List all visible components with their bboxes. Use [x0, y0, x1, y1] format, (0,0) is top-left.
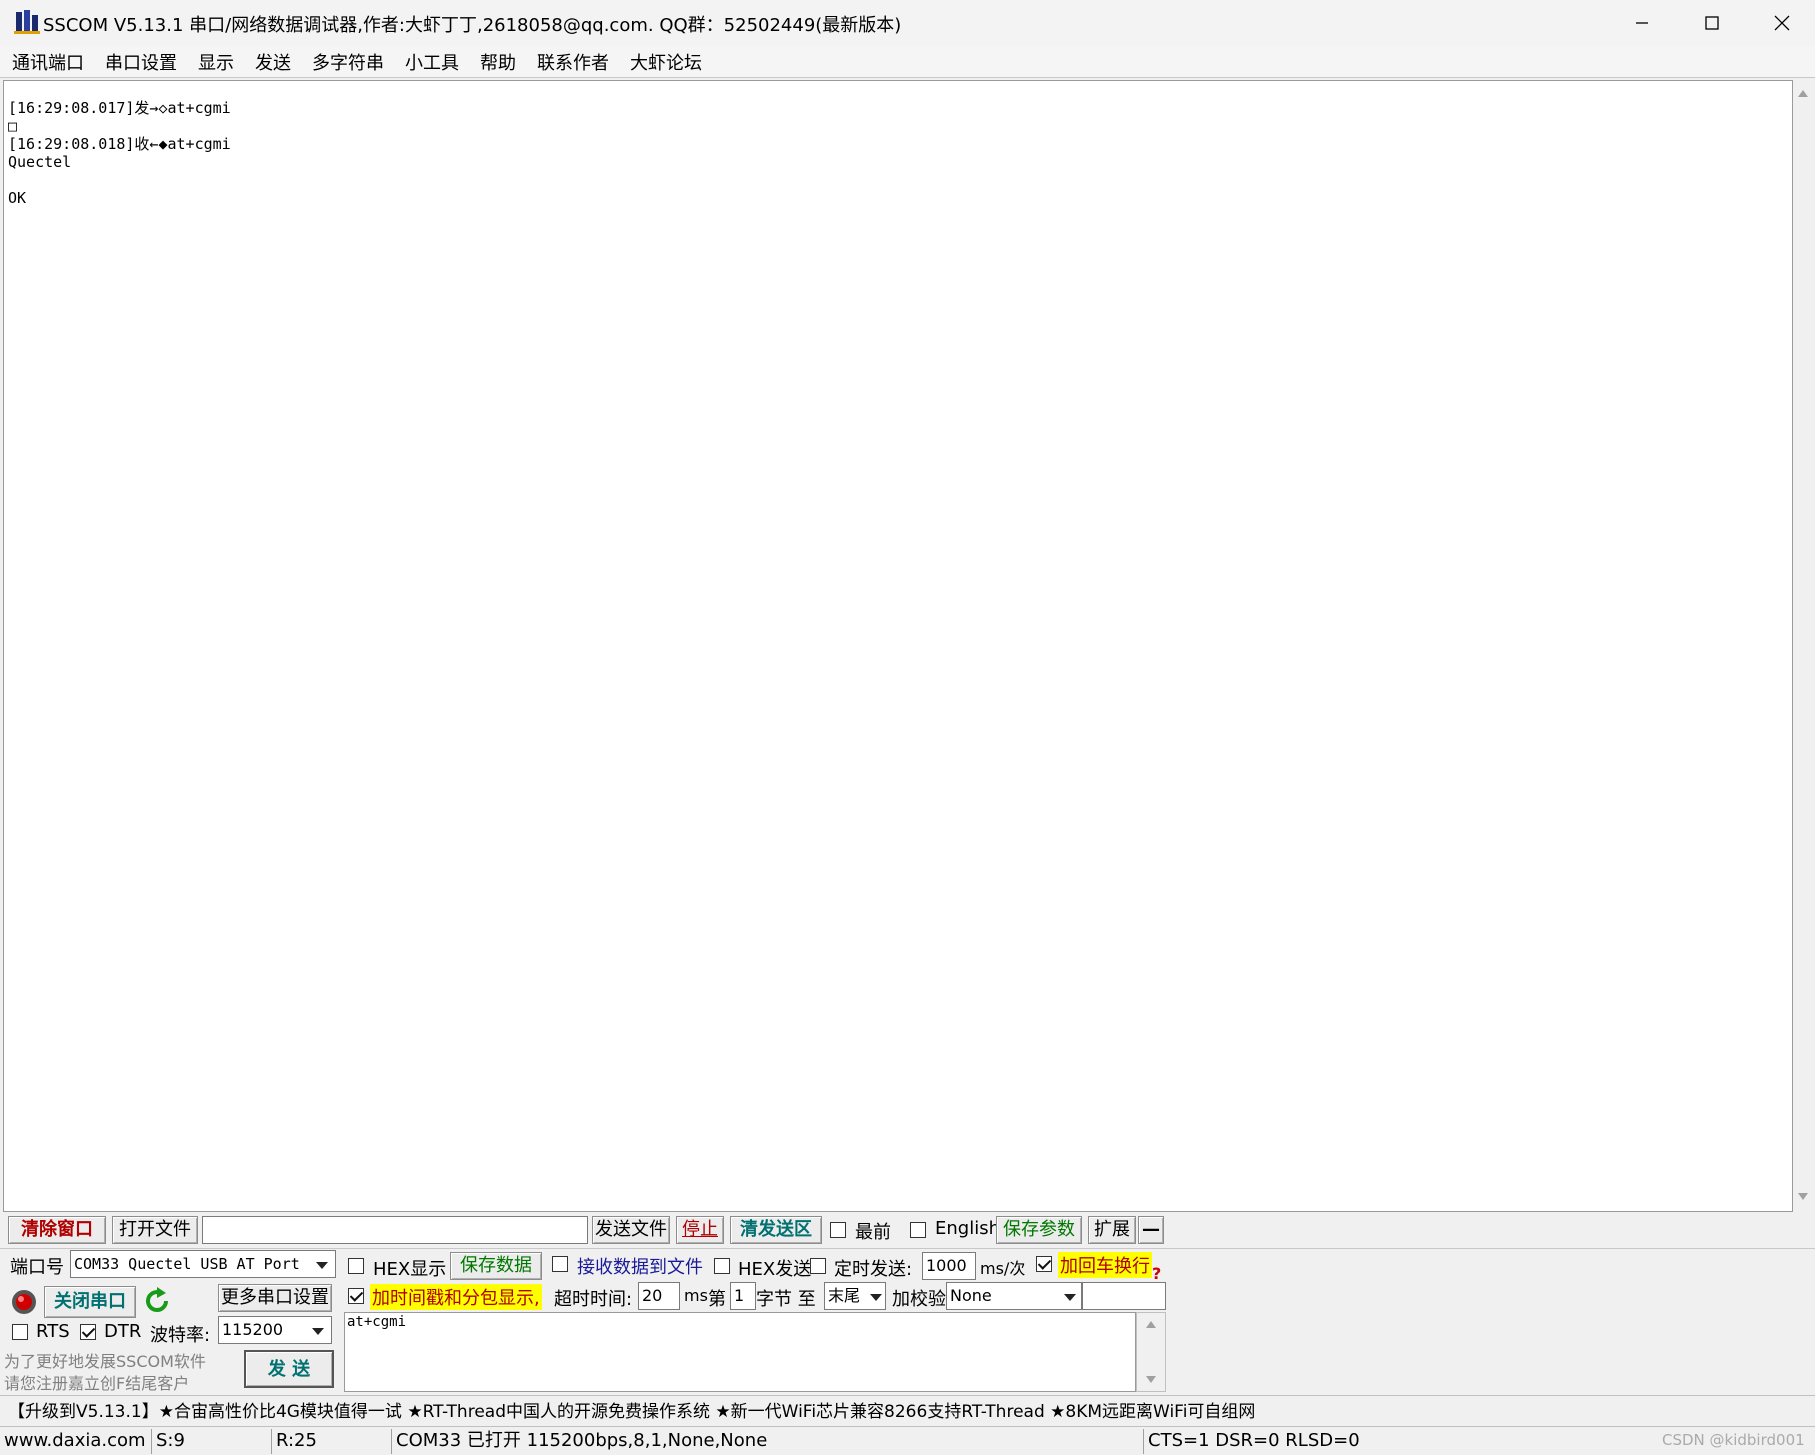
add-crlf-label: 加回车换行	[1058, 1252, 1152, 1278]
interval-unit-label: ms/次	[980, 1259, 1026, 1278]
menu-help[interactable]: 帮助	[480, 49, 516, 75]
help-icon[interactable]: ?	[1152, 1264, 1161, 1283]
save-params-button[interactable]: 保存参数	[996, 1216, 1082, 1244]
menu-bar: 通讯端口 串口设置 显示 发送 多字符串 小工具 帮助 联系作者 大虾论坛	[0, 46, 1815, 78]
port-label: 端口号	[10, 1257, 64, 1278]
timeout-input[interactable]: 20	[638, 1282, 680, 1310]
expand-button[interactable]: 扩展	[1088, 1216, 1136, 1244]
minimize-icon	[1636, 22, 1648, 24]
minimize-button[interactable]	[1607, 0, 1677, 46]
send-button[interactable]: 发 送	[244, 1350, 334, 1388]
hex-display-checkbox[interactable]	[348, 1258, 364, 1274]
rts-checkbox[interactable]	[12, 1324, 28, 1340]
topmost-checkbox[interactable]	[830, 1222, 846, 1238]
menu-comm-port[interactable]: 通讯端口	[12, 49, 84, 75]
checksum-dropdown-icon[interactable]	[1064, 1294, 1076, 1301]
close-port-button[interactable]: 关闭串口	[44, 1286, 136, 1318]
send-textarea[interactable]: at+cgmi	[344, 1312, 1136, 1392]
menu-forum[interactable]: 大虾论坛	[630, 49, 702, 75]
checksum-select[interactable]: None	[946, 1282, 1082, 1310]
english-label: English	[935, 1218, 1000, 1239]
baud-rate-label: 波特率:	[150, 1325, 211, 1346]
recv-to-file-checkbox[interactable]	[552, 1256, 568, 1272]
file-path-input[interactable]	[202, 1216, 588, 1244]
clear-send-button[interactable]: 清发送区	[730, 1216, 822, 1244]
timed-send-checkbox[interactable]	[810, 1258, 826, 1274]
promo-text-2: 请您注册嘉立创F结尾客户	[4, 1374, 190, 1393]
hex-send-checkbox[interactable]	[714, 1258, 730, 1274]
baud-dropdown-icon[interactable]	[312, 1328, 324, 1335]
send-file-button[interactable]: 发送文件	[592, 1216, 670, 1244]
status-website[interactable]: www.daxia.com	[0, 1429, 152, 1454]
receive-log[interactable]: [16:29:08.017]发→◇at+cgmi □ [16:29:08.018…	[3, 80, 1793, 1212]
receive-log-text: [16:29:08.017]发→◇at+cgmi □ [16:29:08.018…	[8, 99, 231, 207]
timestamp-checkbox[interactable]	[348, 1288, 364, 1304]
promo-ticker[interactable]: 【升级到V5.13.1】★合宙高性价比4G模块值得一试 ★RT-Thread中国…	[8, 1397, 1255, 1422]
recv-to-file-label: 接收数据到文件	[577, 1257, 703, 1278]
close-button[interactable]	[1747, 0, 1815, 46]
checksum-result-field	[1082, 1282, 1166, 1310]
timeout-unit-label: ms	[684, 1286, 708, 1305]
port-select[interactable]: COM33 Quectel USB AT Port	[70, 1250, 336, 1278]
dtr-checkbox[interactable]	[80, 1324, 96, 1340]
more-serial-settings-button[interactable]: 更多串口设置	[218, 1284, 332, 1312]
port-dropdown-icon[interactable]	[316, 1262, 328, 1269]
timed-send-label: 定时发送:	[834, 1259, 913, 1280]
menu-send[interactable]: 发送	[255, 49, 291, 75]
send-scroll-down-icon[interactable]	[1145, 1375, 1157, 1385]
csdn-watermark: CSDN @kidbird001	[1662, 1431, 1805, 1449]
receive-log-scrollbar[interactable]	[1793, 80, 1813, 1212]
maximize-button[interactable]	[1677, 0, 1747, 46]
status-lines: CTS=1 DSR=0 RLSD=0	[1148, 1430, 1360, 1451]
open-file-button[interactable]: 打开文件	[112, 1216, 198, 1244]
promo-bar: 【升级到V5.13.1】★合宙高性价比4G模块值得一试 ★RT-Thread中国…	[0, 1395, 1815, 1422]
byte-prefix-label: 第	[708, 1289, 726, 1310]
status-recv-count: R:25	[272, 1429, 392, 1454]
status-bar: www.daxia.com S:9 R:25 COM33 已打开 115200b…	[0, 1426, 1815, 1455]
collapse-button[interactable]: —	[1138, 1216, 1164, 1244]
menu-multi-string[interactable]: 多字符串	[312, 49, 384, 75]
send-scroll-up-icon[interactable]	[1145, 1319, 1157, 1329]
status-port-state: COM33 已打开 115200bps,8,1,None,None	[392, 1429, 1144, 1454]
stop-button[interactable]: 停止	[676, 1216, 724, 1244]
send-scrollbar[interactable]	[1136, 1312, 1166, 1392]
timeout-label: 超时时间:	[554, 1289, 633, 1310]
add-crlf-checkbox[interactable]	[1036, 1256, 1052, 1272]
title-bar: SSCOM V5.13.1 串口/网络数据调试器,作者:大虾丁丁,2618058…	[0, 0, 1815, 46]
checksum-label: 加校验	[892, 1289, 946, 1310]
close-icon	[1774, 15, 1790, 31]
timestamp-label: 加时间戳和分包显示,	[370, 1284, 542, 1310]
refresh-icon[interactable]	[142, 1286, 172, 1316]
scroll-down-icon[interactable]	[1797, 1192, 1809, 1202]
byte-suffix-label: 字节 至	[756, 1289, 816, 1310]
menu-display[interactable]: 显示	[198, 49, 234, 75]
scroll-up-icon[interactable]	[1797, 88, 1809, 98]
byte-end-dropdown-icon[interactable]	[870, 1294, 882, 1301]
topmost-label: 最前	[855, 1222, 891, 1243]
timed-interval-input[interactable]: 1000	[922, 1252, 976, 1280]
port-status-icon	[12, 1290, 36, 1314]
maximize-icon	[1705, 16, 1719, 30]
menu-tools[interactable]: 小工具	[405, 49, 459, 75]
clear-window-button[interactable]: 清除窗口	[8, 1216, 106, 1244]
menu-serial-settings[interactable]: 串口设置	[105, 49, 177, 75]
english-checkbox[interactable]	[910, 1222, 926, 1238]
save-data-button[interactable]: 保存数据	[450, 1252, 542, 1280]
hex-display-label: HEX显示	[373, 1259, 447, 1280]
menu-contact-author[interactable]: 联系作者	[537, 49, 609, 75]
send-text: at+cgmi	[347, 1314, 407, 1330]
rts-label: RTS	[36, 1321, 70, 1342]
dtr-label: DTR	[104, 1321, 142, 1342]
byte-start-input[interactable]: 1	[730, 1282, 756, 1310]
status-sent-count: S:9	[152, 1429, 272, 1454]
promo-text-1: 为了更好地发展SSCOM软件	[4, 1352, 206, 1371]
sscom-app-icon	[14, 10, 40, 34]
window-title: SSCOM V5.13.1 串口/网络数据调试器,作者:大虾丁丁,2618058…	[43, 15, 902, 36]
hex-send-label: HEX发送	[738, 1259, 812, 1280]
